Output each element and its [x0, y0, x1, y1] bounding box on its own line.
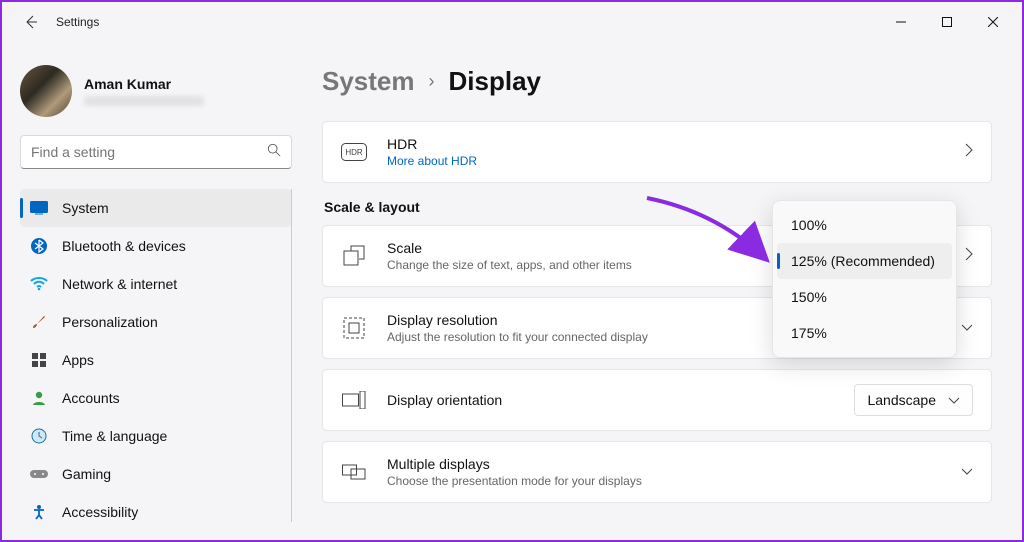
clock-icon: [30, 427, 48, 445]
orientation-icon: [341, 387, 367, 413]
nav-gaming[interactable]: Gaming: [20, 455, 292, 493]
scale-sub: Change the size of text, apps, and other…: [387, 258, 632, 272]
nav-network[interactable]: Network & internet: [20, 265, 292, 303]
nav-label: Time & language: [62, 428, 167, 444]
orientation-title: Display orientation: [387, 392, 502, 408]
profile-email-blur: [84, 96, 204, 106]
maximize-button[interactable]: [924, 7, 970, 37]
nav-accessibility[interactable]: Accessibility: [20, 493, 292, 531]
nav-label: Apps: [62, 352, 94, 368]
chevron-right-icon: [965, 247, 973, 266]
nav-time-language[interactable]: Time & language: [20, 417, 292, 455]
nav-label: Accessibility: [62, 504, 138, 520]
nav-label: Personalization: [62, 314, 158, 330]
sidebar: Aman Kumar System Bluetooth & devices: [2, 42, 302, 542]
chevron-down-icon: [948, 392, 960, 408]
nav-label: Gaming: [62, 466, 111, 482]
window-controls: [878, 7, 1016, 37]
nav-accounts[interactable]: Accounts: [20, 379, 292, 417]
app-title: Settings: [56, 15, 99, 29]
hdr-title: HDR: [387, 136, 477, 152]
profile-block[interactable]: Aman Kumar: [20, 65, 292, 117]
scale-option-125[interactable]: 125% (Recommended): [777, 243, 952, 279]
option-label: 150%: [791, 289, 827, 305]
resolution-title: Display resolution: [387, 312, 648, 328]
arrow-left-icon: [23, 14, 39, 30]
option-label: 175%: [791, 325, 827, 341]
nav-label: Network & internet: [62, 276, 177, 292]
search-icon: [267, 143, 281, 162]
breadcrumb: System › Display: [322, 66, 992, 97]
multiple-title: Multiple displays: [387, 456, 642, 472]
apps-icon: [30, 351, 48, 369]
maximize-icon: [942, 17, 952, 27]
scale-icon: [341, 243, 367, 269]
resolution-icon: [341, 315, 367, 341]
orientation-card[interactable]: Display orientation Landscape: [322, 369, 992, 431]
breadcrumb-parent[interactable]: System: [322, 66, 415, 97]
option-label: 125% (Recommended): [791, 253, 935, 269]
chevron-right-icon: [965, 143, 973, 162]
titlebar: Settings: [2, 2, 1022, 42]
wifi-icon: [30, 275, 48, 293]
chevron-down-icon: [961, 463, 973, 481]
nav-personalization[interactable]: Personalization: [20, 303, 292, 341]
scale-option-150[interactable]: 150%: [777, 279, 952, 315]
multiple-displays-card[interactable]: Multiple displays Choose the presentatio…: [322, 441, 992, 503]
nav: System Bluetooth & devices Network & int…: [20, 189, 292, 542]
close-button[interactable]: [970, 7, 1016, 37]
svg-text:HDR: HDR: [345, 148, 363, 157]
minimize-icon: [896, 17, 906, 27]
nav-bluetooth[interactable]: Bluetooth & devices: [20, 227, 292, 265]
resolution-sub: Adjust the resolution to fit your connec…: [387, 330, 648, 344]
multiple-sub: Choose the presentation mode for your di…: [387, 474, 642, 488]
chevron-right-icon: ›: [429, 71, 435, 92]
nav-apps[interactable]: Apps: [20, 341, 292, 379]
scale-option-100[interactable]: 100%: [777, 207, 952, 243]
hdr-card[interactable]: HDR HDR More about HDR: [322, 121, 992, 183]
avatar: [20, 65, 72, 117]
close-icon: [988, 17, 998, 27]
profile-name: Aman Kumar: [84, 76, 204, 92]
option-label: 100%: [791, 217, 827, 233]
bluetooth-icon: [30, 237, 48, 255]
minimize-button[interactable]: [878, 7, 924, 37]
nav-label: Bluetooth & devices: [62, 238, 186, 254]
orientation-value: Landscape: [867, 392, 936, 408]
multiple-displays-icon: [341, 459, 367, 485]
system-icon: [30, 199, 48, 217]
breadcrumb-leaf: Display: [449, 66, 542, 97]
scale-title: Scale: [387, 240, 632, 256]
orientation-select[interactable]: Landscape: [854, 384, 973, 416]
scale-dropdown[interactable]: 100% 125% (Recommended) 150% 175%: [772, 200, 957, 358]
accessibility-icon: [30, 503, 48, 521]
hdr-link[interactable]: More about HDR: [387, 154, 477, 168]
person-icon: [30, 389, 48, 407]
search-input[interactable]: [31, 144, 267, 160]
nav-label: System: [62, 200, 109, 216]
gaming-icon: [30, 465, 48, 483]
scale-option-175[interactable]: 175%: [777, 315, 952, 351]
nav-system[interactable]: System: [20, 189, 292, 227]
hdr-icon: HDR: [341, 139, 367, 165]
brush-icon: [30, 313, 48, 331]
search-box[interactable]: [20, 135, 292, 169]
back-button[interactable]: [16, 7, 46, 37]
chevron-down-icon: [961, 319, 973, 337]
nav-label: Accounts: [62, 390, 120, 406]
